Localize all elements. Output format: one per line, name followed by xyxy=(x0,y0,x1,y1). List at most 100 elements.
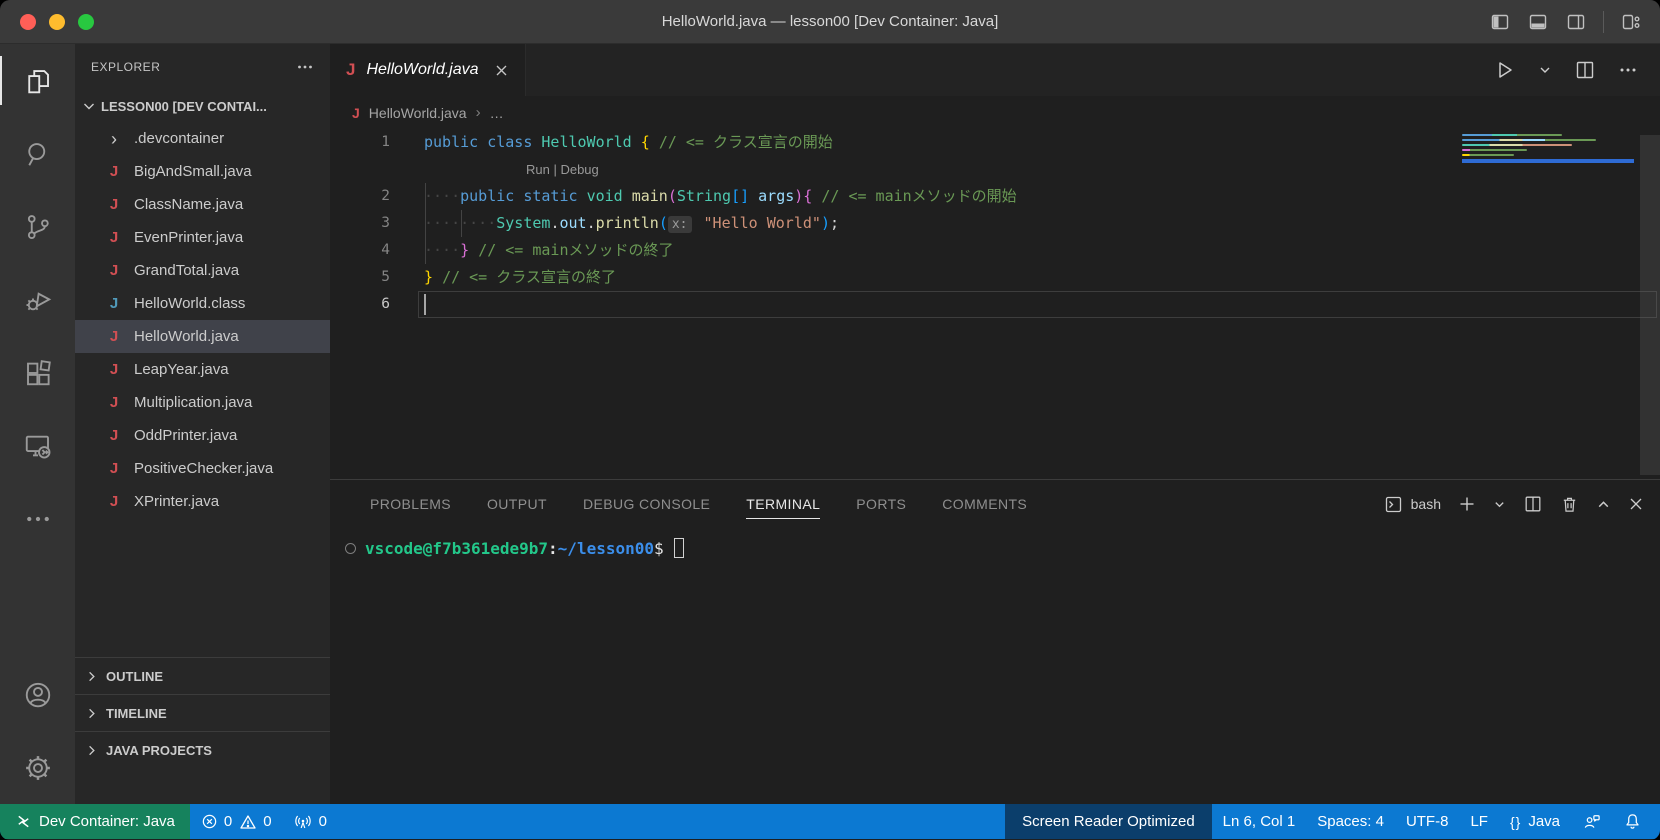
file-item-helloworld-java[interactable]: JHelloWorld.java xyxy=(75,320,330,353)
eol-indicator[interactable]: LF xyxy=(1459,804,1499,839)
problems-indicator[interactable]: 0 0 xyxy=(190,804,283,839)
panel-tab-debug-console[interactable]: DEBUG CONSOLE xyxy=(583,480,710,528)
code-token xyxy=(433,268,442,286)
file-item-grandtotal-java[interactable]: JGrandTotal.java xyxy=(75,254,330,287)
panel-tab-output[interactable]: OUTPUT xyxy=(487,480,547,528)
file-item-classname-java[interactable]: JClassName.java xyxy=(75,188,330,221)
indentation-indicator[interactable]: Spaces: 4 xyxy=(1306,804,1395,839)
panel-tab-terminal[interactable]: TERMINAL xyxy=(746,480,820,528)
terminal-dropdown-chevron-icon[interactable] xyxy=(1493,498,1506,511)
explorer-more-actions-icon[interactable] xyxy=(296,58,314,76)
code-editor[interactable]: 1public class HelloWorld { // <= クラス宣言の開… xyxy=(330,129,1660,479)
search-icon[interactable] xyxy=(0,117,75,190)
vertical-scrollbar[interactable] xyxy=(1640,135,1660,475)
remote-label: Dev Container: Java xyxy=(39,813,175,830)
accounts-icon[interactable] xyxy=(0,658,75,731)
cursor-position-indicator[interactable]: Ln 6, Col 1 xyxy=(1212,804,1307,839)
line-number: 1 xyxy=(330,129,390,156)
breadcrumb[interactable]: J HelloWorld.java › … xyxy=(330,96,1660,129)
run-and-debug-icon[interactable] xyxy=(0,263,75,336)
language-mode-indicator[interactable]: {} Java xyxy=(1499,804,1571,839)
code-line-3[interactable]: 3········System.out.println(x: "Hello Wo… xyxy=(330,210,1660,237)
code-token xyxy=(749,187,758,205)
codelens-run-debug[interactable]: Run | Debug xyxy=(330,156,1660,183)
file-item-xprinter-java[interactable]: JXPrinter.java xyxy=(75,485,330,518)
close-tab-icon[interactable] xyxy=(494,63,509,78)
editor-group: J HelloWorld.java xyxy=(330,44,1660,804)
screen-reader-indicator[interactable]: Screen Reader Optimized xyxy=(1005,804,1212,839)
code-line-4[interactable]: 4····} // <= mainメソッドの終了 xyxy=(330,237,1660,264)
workspace-root-folder[interactable]: LESSON00 [DEV CONTAI... xyxy=(75,90,330,122)
file-item-leapyear-java[interactable]: JLeapYear.java xyxy=(75,353,330,386)
section-timeline[interactable]: TIMELINE xyxy=(75,694,330,731)
ports-count: 0 xyxy=(319,813,327,830)
notifications-indicator[interactable] xyxy=(1612,804,1660,839)
file-item-helloworld-class[interactable]: JHelloWorld.class xyxy=(75,287,330,320)
maximize-panel-chevron-icon[interactable] xyxy=(1596,497,1611,512)
settings-gear-icon[interactable] xyxy=(0,731,75,804)
file-item-positivechecker-java[interactable]: JPositiveChecker.java xyxy=(75,452,330,485)
new-terminal-icon[interactable] xyxy=(1458,495,1476,513)
minimap[interactable] xyxy=(1462,134,1634,163)
panel-tab-comments[interactable]: COMMENTS xyxy=(942,480,1027,528)
run-java-icon[interactable] xyxy=(1492,58,1516,82)
more-actions-icon[interactable] xyxy=(1618,60,1638,80)
file-item-bigandsmall-java[interactable]: JBigAndSmall.java xyxy=(75,155,330,188)
panel-tab-problems[interactable]: PROBLEMS xyxy=(370,480,451,528)
prompt-separator: : xyxy=(548,539,558,558)
more-views-icon[interactable] xyxy=(0,482,75,555)
code-line-5[interactable]: 5} // <= クラス宣言の終了 xyxy=(330,264,1660,291)
explorer-icon[interactable] xyxy=(0,44,75,117)
section-outline[interactable]: OUTLINE xyxy=(75,657,330,694)
panel-tab-ports[interactable]: PORTS xyxy=(856,480,906,528)
toggle-sidebar-icon[interactable] xyxy=(1489,11,1511,33)
file-item-evenprinter-java[interactable]: JEvenPrinter.java xyxy=(75,221,330,254)
java-file-icon: J xyxy=(105,163,123,180)
code-token: main xyxy=(632,187,668,205)
file-label: PositiveChecker.java xyxy=(134,460,273,477)
java-file-icon: J xyxy=(105,328,123,345)
encoding-indicator[interactable]: UTF-8 xyxy=(1395,804,1460,839)
split-editor-icon[interactable] xyxy=(1574,59,1596,81)
breadcrumb-file[interactable]: HelloWorld.java xyxy=(369,105,467,121)
code-line-1[interactable]: 1public class HelloWorld { // <= クラス宣言の開… xyxy=(330,129,1660,156)
bell-icon xyxy=(1623,812,1642,831)
traffic-lights xyxy=(0,14,94,30)
file-item-multiplication-java[interactable]: JMultiplication.java xyxy=(75,386,330,419)
close-window-button[interactable] xyxy=(20,14,36,30)
tab-helloworld-java[interactable]: J HelloWorld.java xyxy=(330,44,526,96)
zoom-window-button[interactable] xyxy=(78,14,94,30)
minimize-window-button[interactable] xyxy=(49,14,65,30)
feedback-indicator[interactable] xyxy=(1571,804,1612,839)
file-list: ›.devcontainerJBigAndSmall.javaJClassNam… xyxy=(75,122,330,518)
terminal-shell-button[interactable]: bash xyxy=(1384,495,1441,514)
java-file-icon: J xyxy=(105,427,123,444)
forwarded-ports-indicator[interactable]: 0 xyxy=(283,804,338,839)
section-java-projects[interactable]: JAVA PROJECTS xyxy=(75,731,330,768)
window-title: HelloWorld.java — lesson00 [Dev Containe… xyxy=(662,13,999,30)
titlebar-separator xyxy=(1603,11,1604,33)
close-panel-icon[interactable] xyxy=(1628,496,1644,512)
text-cursor xyxy=(424,294,426,315)
line-number: 5 xyxy=(330,264,390,291)
breadcrumb-symbol[interactable]: … xyxy=(490,105,504,121)
extensions-icon[interactable] xyxy=(0,336,75,409)
file-item-oddprinter-java[interactable]: JOddPrinter.java xyxy=(75,419,330,452)
run-dropdown-chevron-icon[interactable] xyxy=(1538,63,1552,77)
terminal[interactable]: vscode@f7b361ede9b7 : ~/lesson00 $ xyxy=(330,528,1660,804)
split-terminal-icon[interactable] xyxy=(1523,494,1543,514)
code-line-2[interactable]: 2····public static void main(String[] ar… xyxy=(330,183,1660,210)
customize-layout-icon[interactable] xyxy=(1620,11,1642,33)
toggle-secondary-sidebar-icon[interactable] xyxy=(1565,11,1587,33)
status-bar: Dev Container: Java 0 0 0 Screen Reader … xyxy=(0,804,1660,839)
toggle-panel-icon[interactable] xyxy=(1527,11,1549,33)
kill-terminal-trash-icon[interactable] xyxy=(1560,495,1579,514)
code-line-6[interactable]: 6 xyxy=(330,291,1660,318)
remote-explorer-icon[interactable] xyxy=(0,409,75,482)
shell-label: bash xyxy=(1411,496,1441,512)
file-item--devcontainer[interactable]: ›.devcontainer xyxy=(75,122,330,155)
remote-indicator[interactable]: Dev Container: Java xyxy=(0,804,190,839)
source-control-icon[interactable] xyxy=(0,190,75,263)
line-number: 4 xyxy=(330,237,390,264)
java-file-icon: J xyxy=(105,229,123,246)
